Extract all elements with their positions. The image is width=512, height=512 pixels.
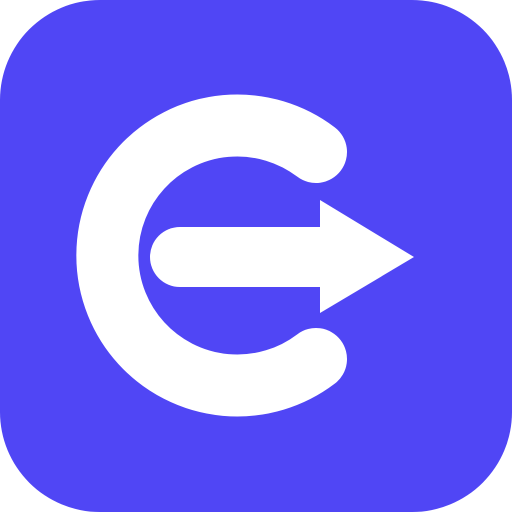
arrow-shaft [150,227,325,287]
app-icon[interactable] [0,0,512,512]
exit-arrow-icon [0,0,512,512]
